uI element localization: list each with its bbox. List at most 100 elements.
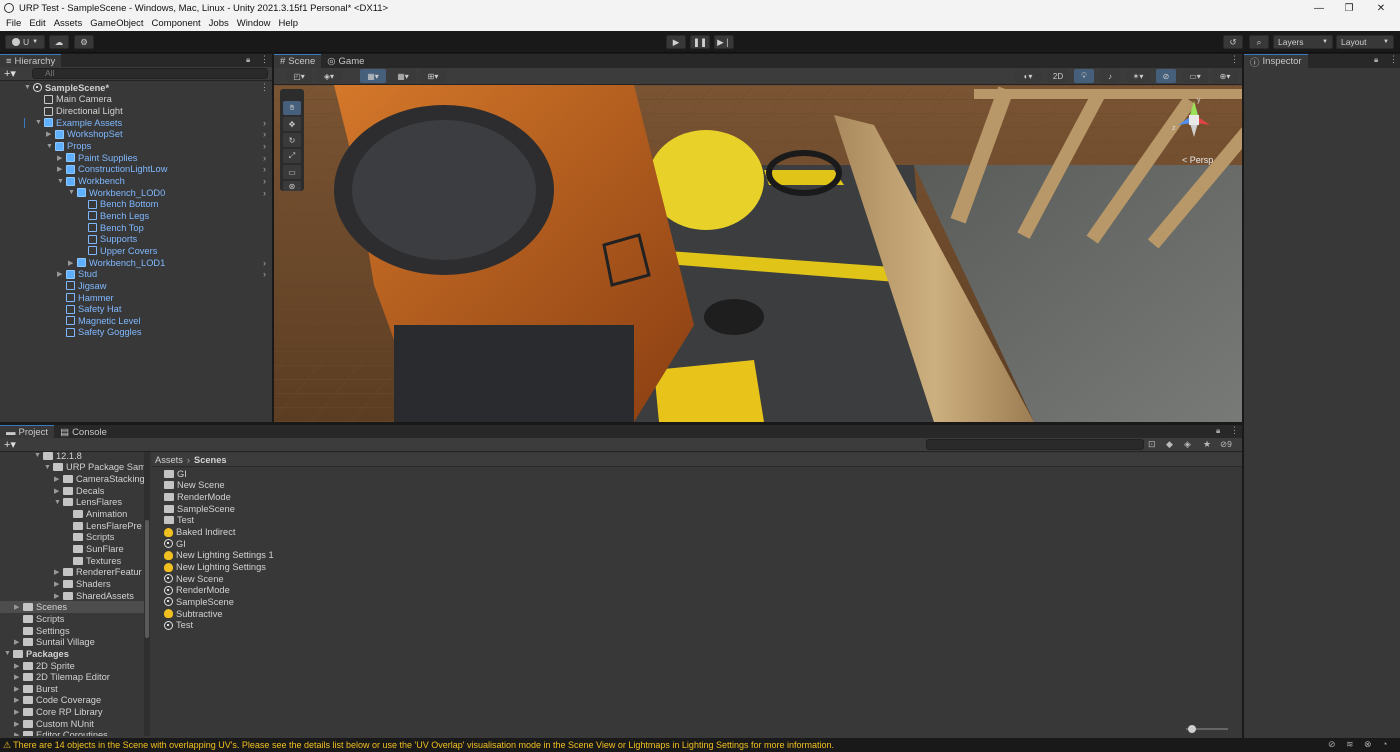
project-tree-item[interactable]: ▼ Packages — [4, 648, 146, 660]
effects-icon[interactable]: ✶▾ — [1126, 69, 1150, 83]
project-tree-item[interactable]: ▶ 2D Sprite — [14, 660, 150, 672]
prefab-open-icon[interactable]: › — [263, 269, 266, 279]
grid-snap-icon[interactable]: ▦▾ — [360, 69, 386, 83]
layers-dropdown[interactable]: Layers ▼ — [1273, 35, 1333, 49]
project-tree-item[interactable]: ▶ Custom NUnit — [14, 718, 150, 730]
hierarchy-item[interactable]: ▶ ConstructionLightLow › — [57, 164, 266, 176]
project-tree-item[interactable]: ▶ SharedAssets — [54, 590, 150, 602]
breadcrumb-scenes[interactable]: Scenes — [194, 455, 227, 465]
project-tree-item[interactable]: SunFlare — [64, 543, 150, 555]
prefab-open-icon[interactable]: › — [263, 176, 266, 186]
play-button[interactable]: ▶ — [666, 35, 686, 49]
asset-item[interactable]: Subtractive — [164, 608, 223, 620]
orientation-gizmo[interactable]: y z — [1170, 95, 1218, 143]
project-tree-item[interactable]: ▼ 12.1.8 — [34, 452, 150, 462]
asset-item[interactable]: RenderMode — [164, 491, 231, 503]
asset-item[interactable]: Test — [164, 619, 193, 631]
tab-inspector[interactable]: ⓘ Inspector — [1244, 54, 1308, 69]
asset-item[interactable]: Test — [164, 515, 194, 527]
expand-caret-icon[interactable]: ▼ — [54, 499, 63, 506]
prefab-open-icon[interactable]: › — [263, 258, 266, 268]
zoom-slider[interactable] — [1186, 725, 1228, 733]
hierarchy-item[interactable]: Bench Bottom — [79, 199, 158, 211]
project-tree-item[interactable]: ▶ Shaders — [54, 578, 150, 590]
hierarchy-item[interactable]: ▶ Paint Supplies › — [57, 152, 266, 164]
asset-item[interactable]: New Lighting Settings 1 — [164, 550, 274, 562]
prefab-open-icon[interactable]: › — [263, 153, 266, 163]
shading-icon[interactable]: ◈▾ — [316, 69, 342, 83]
kebab-menu-icon[interactable]: ⋮ — [1389, 54, 1398, 65]
no-internet-icon[interactable]: ⊘ — [1328, 739, 1336, 750]
hierarchy-item[interactable]: Upper Covers — [79, 245, 157, 257]
scene-viewport[interactable]: ✋︎ ✥ ↻ ⤢ ▭ ⊛ y z < Persp — [274, 85, 1242, 422]
asset-item[interactable]: GI — [164, 468, 187, 480]
expand-caret-icon[interactable]: ▶ — [57, 270, 66, 278]
draw-mode-icon[interactable]: ◰▾ — [286, 69, 312, 83]
tab-console[interactable]: ▤ Console — [54, 425, 113, 439]
status-bar[interactable]: ⚠ There are 14 objects in the Scene with… — [0, 738, 1400, 752]
debug-icon[interactable]: ⊗ — [1364, 739, 1372, 750]
scene-menu-icon[interactable]: ⋮ — [260, 82, 269, 93]
project-tree-item[interactable]: ▶ Scenes — [0, 601, 144, 614]
hierarchy-item[interactable]: Bench Legs — [79, 210, 149, 222]
expand-caret-icon[interactable]: ▶ — [54, 568, 63, 576]
asset-item[interactable]: New Scene — [164, 573, 224, 585]
asset-item[interactable]: SampleScene — [164, 596, 234, 608]
project-tree-item[interactable]: ▶ RendererFeatur — [54, 567, 150, 579]
hierarchy-item[interactable]: ▼ SampleScene* — [24, 82, 109, 94]
favorite-icon[interactable]: ★ — [1203, 439, 1211, 450]
hierarchy-item[interactable]: Hammer — [57, 292, 114, 304]
rect-tool-icon[interactable]: ▭ — [283, 165, 301, 179]
menu-jobs[interactable]: Jobs — [209, 18, 229, 29]
collab-icon[interactable]: ⚙ — [74, 35, 94, 49]
minimize-icon[interactable]: — — [1302, 0, 1336, 16]
expand-caret-icon[interactable]: ▶ — [14, 696, 23, 704]
expand-caret-icon[interactable]: ▼ — [44, 464, 53, 471]
expand-caret-icon[interactable]: ▶ — [14, 662, 23, 670]
create-icon[interactable]: +▾ — [4, 438, 16, 451]
gizmos-icon[interactable]: ⊕▾ — [1212, 69, 1238, 83]
auto-generate-icon[interactable]: ◔ — [1382, 739, 1387, 749]
hierarchy-item[interactable]: Safety Goggles — [57, 327, 142, 339]
expand-caret-icon[interactable]: ▼ — [35, 119, 44, 126]
move-tool-icon[interactable]: ✥ — [283, 117, 301, 131]
grid-icon[interactable]: ▦▾ — [390, 69, 416, 83]
expand-caret-icon[interactable]: ▶ — [14, 673, 23, 681]
hierarchy-item[interactable]: ▶ Workbench_LOD1 › — [68, 257, 266, 269]
asset-item[interactable]: RenderMode — [164, 585, 230, 597]
expand-caret-icon[interactable]: ▼ — [4, 650, 13, 657]
hierarchy-item[interactable]: Jigsaw — [57, 280, 106, 292]
tab-project[interactable]: ▬ Project — [0, 425, 55, 439]
kebab-menu-icon[interactable]: ⋮ — [1230, 54, 1239, 65]
maximize-icon[interactable]: ❐ — [1332, 0, 1366, 16]
audio-icon[interactable]: ♪ — [1100, 69, 1120, 83]
project-tree-item[interactable]: ▼ URP Package Sam — [44, 462, 150, 474]
expand-caret-icon[interactable]: ▶ — [14, 731, 23, 736]
hierarchy-item[interactable]: Directional Light — [35, 105, 123, 117]
label-filter-icon[interactable]: ◈ — [1184, 439, 1191, 450]
increment-snap-icon[interactable]: ⊞▾ — [420, 69, 446, 83]
breadcrumb-assets[interactable]: Assets — [155, 455, 183, 465]
expand-caret-icon[interactable]: ▶ — [68, 259, 77, 267]
create-icon[interactable]: +▾ — [4, 67, 16, 80]
lock-icon[interactable]: 🔒︎ — [1216, 426, 1220, 436]
project-tree-item[interactable]: LensFlarePre — [64, 520, 150, 532]
project-search-input[interactable] — [926, 439, 1144, 450]
hierarchy-item[interactable]: Bench Top — [79, 222, 144, 234]
persp-label[interactable]: < Persp — [1182, 155, 1213, 165]
menu-edit[interactable]: Edit — [29, 18, 45, 29]
hierarchy-search-input[interactable]: All — [32, 68, 268, 79]
expand-caret-icon[interactable]: ▼ — [46, 143, 55, 150]
expand-caret-icon[interactable]: ▼ — [68, 189, 77, 196]
scale-tool-icon[interactable]: ⤢ — [283, 149, 301, 163]
asset-item[interactable]: GI — [164, 538, 186, 550]
project-tree-item[interactable]: Textures — [64, 555, 150, 567]
expand-caret-icon[interactable]: ▶ — [14, 603, 23, 611]
camera-icon[interactable]: ▭▾ — [1182, 69, 1208, 83]
project-tree-item[interactable]: Scripts — [14, 613, 150, 625]
search-icon[interactable]: ⌕ — [1249, 35, 1269, 49]
expand-caret-icon[interactable]: ▶ — [57, 154, 66, 162]
hierarchy-item[interactable]: ▼ Workbench_LOD0 › — [68, 187, 266, 199]
progress-icon[interactable]: ≋ — [1346, 739, 1354, 750]
hierarchy-item[interactable]: Magnetic Level — [57, 315, 141, 327]
